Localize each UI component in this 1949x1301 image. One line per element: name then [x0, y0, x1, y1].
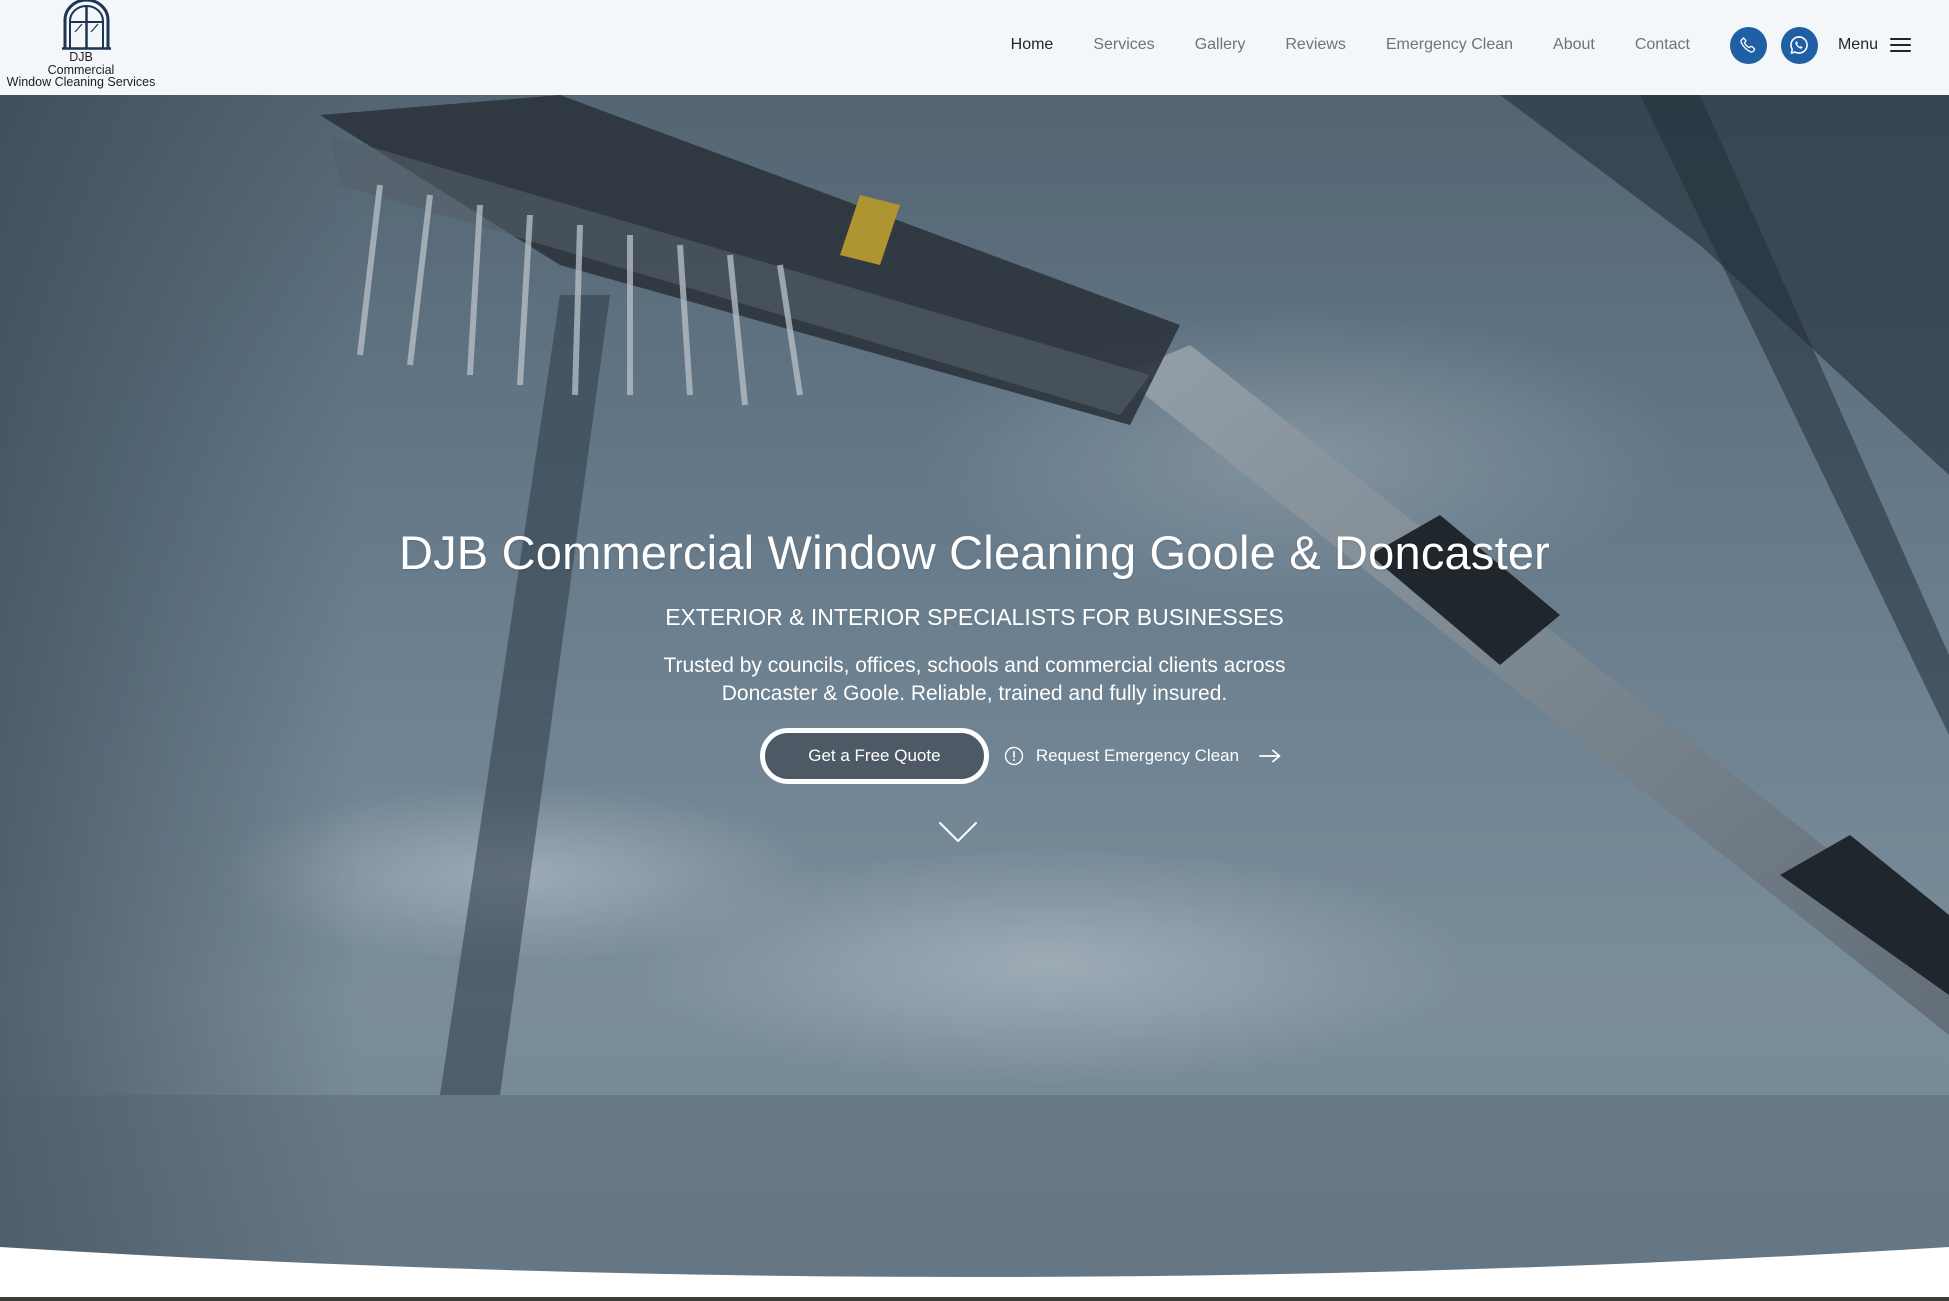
- nav-about[interactable]: About: [1553, 36, 1595, 54]
- phone-button[interactable]: [1729, 26, 1767, 64]
- hero-description-line-1: Trusted by councils, offices, schools an…: [663, 654, 1286, 677]
- nav-contact[interactable]: Contact: [1635, 36, 1690, 54]
- menu-button[interactable]: Menu: [1838, 36, 1911, 54]
- logo-line-3: Window Cleaning Services: [6, 75, 156, 89]
- site-header: DJB Commercial Window Cleaning Services …: [0, 0, 1949, 95]
- hero-actions: Get a Free Quote Request Emergency Clean: [0, 728, 1949, 784]
- hero-title: DJB Commercial Window Cleaning Goole & D…: [398, 526, 1551, 579]
- nav-services[interactable]: Services: [1093, 36, 1154, 54]
- arched-window-icon: [62, 0, 111, 50]
- site-logo[interactable]: DJB Commercial Window Cleaning Services: [6, 0, 156, 95]
- alert-circle-icon: [1004, 746, 1024, 766]
- request-emergency-clean-label: Request Emergency Clean: [1035, 746, 1240, 765]
- phone-icon: [1740, 37, 1756, 53]
- menu-label: Menu: [1837, 36, 1878, 53]
- whatsapp-icon: [1790, 36, 1809, 54]
- whatsapp-button[interactable]: [1780, 26, 1818, 64]
- arrow-right-icon: [1259, 749, 1281, 763]
- chevron-down-icon[interactable]: [938, 820, 978, 844]
- hero-bottom-wave: [0, 1247, 1949, 1301]
- hamburger-icon: [1890, 38, 1911, 52]
- nav-reviews[interactable]: Reviews: [1285, 36, 1345, 54]
- nav-gallery[interactable]: Gallery: [1195, 36, 1246, 54]
- hero-subtitle: EXTERIOR & INTERIOR SPECIALISTS FOR BUSI…: [665, 604, 1284, 630]
- logo-text: DJB Commercial Window Cleaning Services: [6, 51, 156, 89]
- hero-description: Trusted by councils, offices, schools an…: [0, 652, 1949, 708]
- get-free-quote-button[interactable]: Get a Free Quote: [759, 728, 989, 784]
- main-nav: Home Services Gallery Reviews Emergency …: [1011, 0, 1949, 90]
- request-emergency-clean-link[interactable]: Request Emergency Clean: [1004, 746, 1281, 766]
- hero-description-line-2: Doncaster & Goole. Reliable, trained and…: [721, 682, 1228, 705]
- nav-emergency-clean[interactable]: Emergency Clean: [1386, 36, 1513, 54]
- nav-home[interactable]: Home: [1011, 36, 1054, 54]
- logo-line-1: DJB: [69, 50, 93, 64]
- hero-section: DJB Commercial Window Cleaning Goole & D…: [0, 95, 1949, 1301]
